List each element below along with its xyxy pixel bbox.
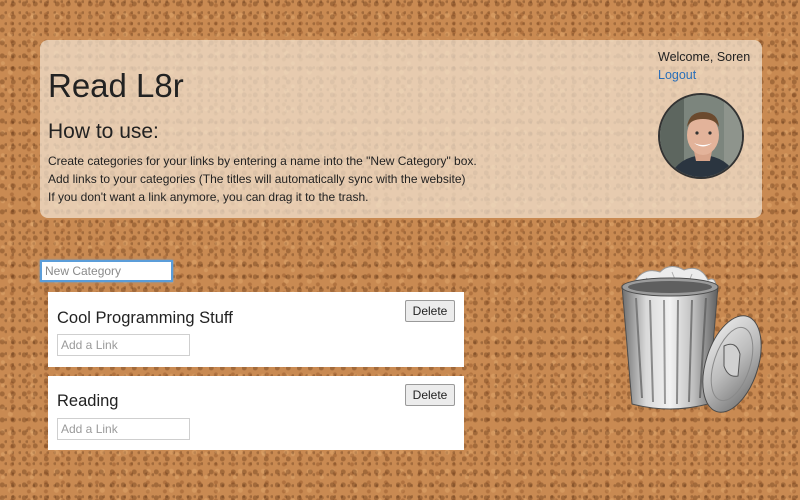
category-card: Cool Programming Stuff Delete	[48, 292, 464, 367]
category-title: Cool Programming Stuff	[57, 309, 233, 327]
delete-category-button[interactable]: Delete	[405, 300, 455, 322]
category-title: Reading	[57, 392, 119, 410]
howto-title: How to use:	[48, 120, 159, 143]
instruction-line: If you don't want a link anymore, you ca…	[48, 190, 369, 204]
add-link-input[interactable]	[57, 418, 190, 440]
instruction-line: Create categories for your links by ente…	[48, 154, 477, 168]
avatar	[658, 93, 744, 179]
instruction-line: Add links to your categories (The titles…	[48, 172, 466, 186]
instructions: Create categories for your links by ente…	[48, 152, 477, 206]
avatar-photo	[660, 95, 742, 177]
delete-category-button[interactable]: Delete	[405, 384, 455, 406]
welcome-text: Welcome, Soren	[658, 50, 751, 64]
add-link-input[interactable]	[57, 334, 190, 356]
app-title: Read L8r	[48, 67, 184, 104]
header-panel: Read L8r How to use: Create categories f…	[40, 40, 762, 218]
trash-can-icon[interactable]	[612, 262, 764, 418]
logout-link[interactable]: Logout	[658, 68, 696, 82]
new-category-input[interactable]	[40, 260, 173, 282]
category-card: Reading Delete	[48, 376, 464, 450]
